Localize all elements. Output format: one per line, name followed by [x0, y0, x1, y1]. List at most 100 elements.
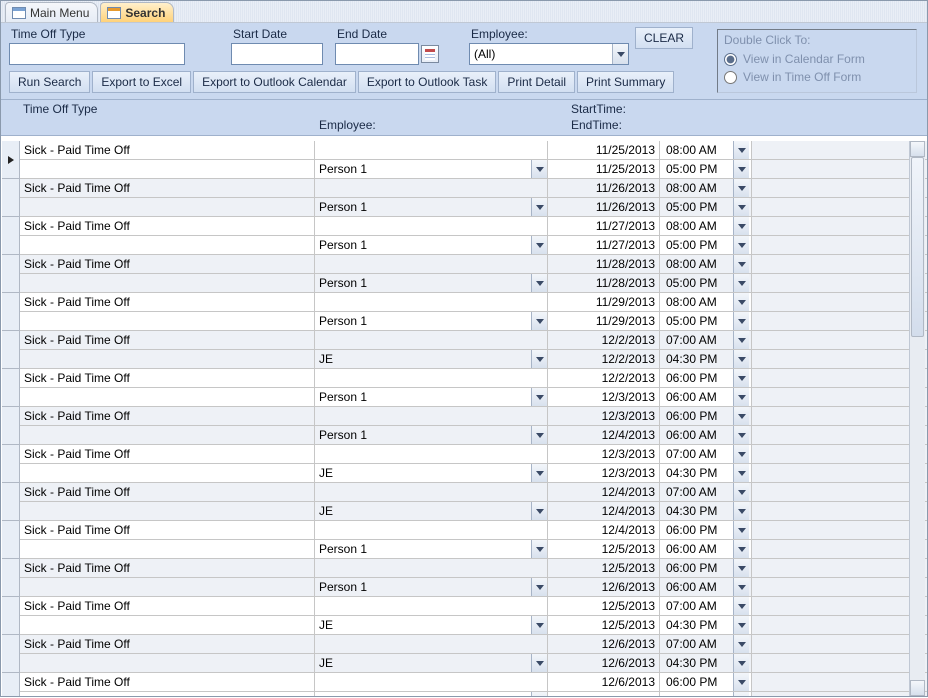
chevron-down-icon[interactable]: [733, 673, 749, 691]
chevron-down-icon[interactable]: [531, 464, 547, 482]
table-row[interactable]: Sick - Paid Time Off11/26/201308:00 AM: [20, 179, 927, 198]
chevron-down-icon[interactable]: [733, 160, 749, 178]
cell-start-time[interactable]: 07:00 AM: [660, 483, 752, 501]
calendar-icon[interactable]: [421, 45, 439, 63]
scroll-thumb[interactable]: [911, 157, 924, 337]
scroll-down-icon[interactable]: [910, 680, 925, 696]
chevron-down-icon[interactable]: [531, 350, 547, 368]
table-row[interactable]: Sick - Paid Time Off12/3/201306:00 PM: [20, 407, 927, 426]
cell-start-time[interactable]: 08:00 AM: [660, 141, 752, 159]
record-marker[interactable]: [2, 635, 19, 673]
view-calendar-radio[interactable]: View in Calendar Form: [724, 50, 910, 68]
export-excel-button[interactable]: Export to Excel: [92, 71, 191, 93]
cell-end-time[interactable]: 04:30 PM: [660, 502, 752, 520]
cell-employee[interactable]: JE: [315, 350, 548, 368]
table-row[interactable]: JE12/5/201304:30 PM: [20, 616, 927, 635]
cell-employee[interactable]: Person 1: [315, 578, 548, 596]
table-row[interactable]: Sick - Paid Time Off12/2/201306:00 PM: [20, 369, 927, 388]
employee-select[interactable]: (All): [469, 43, 629, 65]
start-date-input[interactable]: [231, 43, 323, 65]
table-row[interactable]: Sick - Paid Time Off11/28/201308:00 AM: [20, 255, 927, 274]
chevron-down-icon[interactable]: [733, 331, 749, 349]
vertical-scrollbar[interactable]: [909, 141, 925, 696]
chevron-down-icon[interactable]: [733, 141, 749, 159]
table-row[interactable]: JE12/3/201304:30 PM: [20, 464, 927, 483]
cell-employee[interactable]: Person 1: [315, 274, 548, 292]
cell-start-time[interactable]: 08:00 AM: [660, 293, 752, 311]
clear-button[interactable]: CLEAR: [635, 27, 693, 49]
chevron-down-icon[interactable]: [733, 483, 749, 501]
cell-start-time[interactable]: 07:00 AM: [660, 597, 752, 615]
table-row[interactable]: Person 112/5/201306:00 AM: [20, 540, 927, 559]
cell-start-time[interactable]: 07:00 AM: [660, 635, 752, 653]
chevron-down-icon[interactable]: [733, 578, 749, 596]
chevron-down-icon[interactable]: [733, 255, 749, 273]
record-marker[interactable]: [2, 445, 19, 483]
record-marker[interactable]: [2, 141, 19, 179]
scroll-up-icon[interactable]: [910, 141, 925, 157]
table-row[interactable]: Sick - Paid Time Off11/27/201308:00 AM: [20, 217, 927, 236]
cell-employee[interactable]: Person 1: [315, 198, 548, 216]
table-row[interactable]: Sick - Paid Time Off11/25/201308:00 AM: [20, 141, 927, 160]
chevron-down-icon[interactable]: [531, 236, 547, 254]
chevron-down-icon[interactable]: [733, 635, 749, 653]
table-row[interactable]: Person 112/6/201306:00 AM: [20, 578, 927, 597]
chevron-down-icon[interactable]: [531, 388, 547, 406]
record-selector[interactable]: [2, 141, 20, 696]
chevron-down-icon[interactable]: [733, 369, 749, 387]
print-summary-button[interactable]: Print Summary: [577, 71, 674, 93]
cell-start-time[interactable]: 07:00 AM: [660, 445, 752, 463]
record-marker[interactable]: [2, 331, 19, 369]
chevron-down-icon[interactable]: [733, 179, 749, 197]
chevron-down-icon[interactable]: [733, 426, 749, 444]
cell-start-time[interactable]: 06:00 PM: [660, 407, 752, 425]
cell-employee[interactable]: JE: [315, 616, 548, 634]
cell-end-time[interactable]: 06:00 AM: [660, 540, 752, 558]
cell-employee[interactable]: JE: [315, 464, 548, 482]
export-outlook-calendar-button[interactable]: Export to Outlook Calendar: [193, 71, 356, 93]
chevron-down-icon[interactable]: [531, 540, 547, 558]
view-timeoff-radio[interactable]: View in Time Off Form: [724, 68, 910, 86]
record-marker[interactable]: [2, 293, 19, 331]
record-marker[interactable]: [2, 407, 19, 445]
chevron-down-icon[interactable]: [733, 445, 749, 463]
chevron-down-icon[interactable]: [733, 274, 749, 292]
table-row[interactable]: Sick - Paid Time Off12/3/201307:00 AM: [20, 445, 927, 464]
table-row[interactable]: Person 112/4/201306:00 AM: [20, 426, 927, 445]
chevron-down-icon[interactable]: [531, 654, 547, 672]
chevron-down-icon[interactable]: [733, 540, 749, 558]
cell-start-time[interactable]: 08:00 AM: [660, 217, 752, 235]
table-row[interactable]: Person 112/3/201306:00 AM: [20, 388, 927, 407]
cell-end-time[interactable]: 06:00 AM: [660, 388, 752, 406]
cell-end-time[interactable]: 04:30 PM: [660, 464, 752, 482]
tab-search[interactable]: Search: [100, 2, 174, 22]
chevron-down-icon[interactable]: [733, 559, 749, 577]
chevron-down-icon[interactable]: [733, 521, 749, 539]
table-row[interactable]: Person 111/27/201305:00 PM: [20, 236, 927, 255]
record-marker[interactable]: [2, 255, 19, 293]
record-marker[interactable]: [2, 369, 19, 407]
cell-end-time[interactable]: [660, 692, 752, 696]
cell-end-time[interactable]: 04:30 PM: [660, 616, 752, 634]
chevron-down-icon[interactable]: [733, 293, 749, 311]
chevron-down-icon[interactable]: [531, 198, 547, 216]
cell-start-time[interactable]: 07:00 AM: [660, 331, 752, 349]
chevron-down-icon[interactable]: [733, 597, 749, 615]
chevron-down-icon[interactable]: [531, 160, 547, 178]
chevron-down-icon[interactable]: [733, 236, 749, 254]
chevron-down-icon[interactable]: [531, 578, 547, 596]
cell-employee[interactable]: Person 1: [315, 312, 548, 330]
cell-end-time[interactable]: 06:00 AM: [660, 426, 752, 444]
record-marker[interactable]: [2, 559, 19, 597]
cell-end-time[interactable]: 04:30 PM: [660, 654, 752, 672]
table-row[interactable]: Sick - Paid Time Off12/4/201307:00 AM: [20, 483, 927, 502]
chevron-down-icon[interactable]: [531, 692, 547, 696]
record-marker[interactable]: [2, 597, 19, 635]
chevron-down-icon[interactable]: [531, 274, 547, 292]
record-marker[interactable]: [2, 217, 19, 255]
tab-main-menu[interactable]: Main Menu: [5, 2, 98, 22]
cell-start-time[interactable]: 08:00 AM: [660, 179, 752, 197]
chevron-down-icon[interactable]: [733, 407, 749, 425]
end-date-input[interactable]: [335, 43, 419, 65]
cell-start-time[interactable]: 06:00 PM: [660, 559, 752, 577]
